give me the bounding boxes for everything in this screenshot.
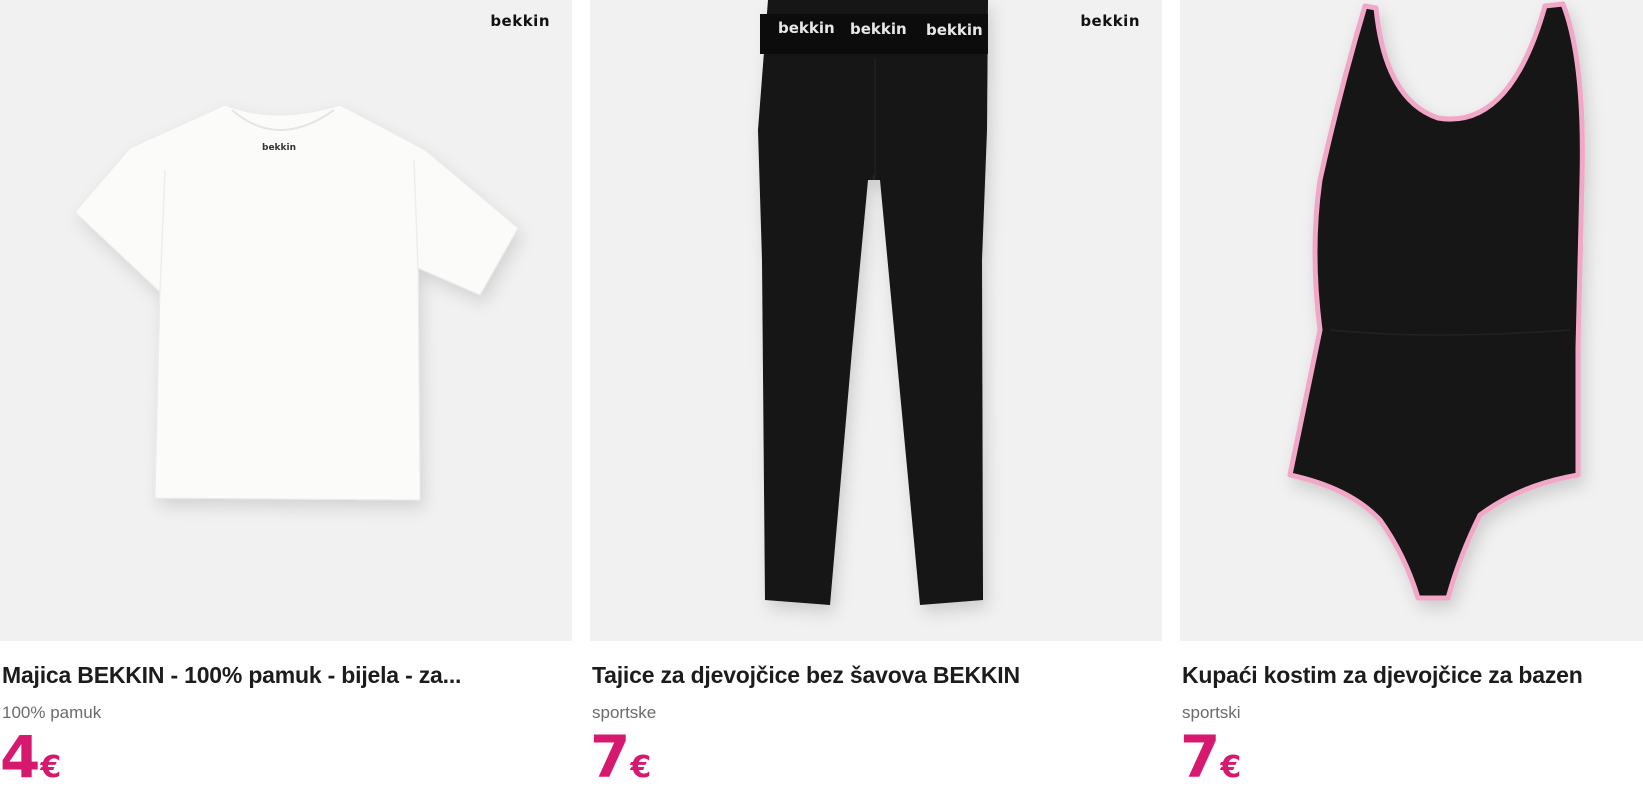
product-image[interactable]: bekkin bekkin bekkin bekkin (590, 0, 1162, 641)
product-image[interactable] (1180, 0, 1643, 641)
product-subtitle: sportski (1182, 703, 1241, 722)
waistband-label-2: bekkin (850, 20, 907, 38)
product-title[interactable]: Majica BEKKIN - 100% pamuk - bijela - za… (2, 662, 461, 689)
waistband-label-1: bekkin (778, 19, 835, 37)
product-card-tshirt[interactable]: bekkin bekkin Majica BEKKIN - 100% pamuk… (0, 0, 572, 800)
price-currency: € (1220, 750, 1242, 785)
price-amount: 4 (0, 723, 40, 791)
leggings-image (758, 0, 988, 605)
product-image[interactable]: bekkin bekkin (0, 0, 572, 641)
price-currency: € (40, 750, 62, 785)
price-currency: € (630, 750, 652, 785)
product-subtitle: 100% pamuk (2, 703, 102, 722)
product-price: 7€ (590, 728, 651, 786)
product-grid: bekkin bekkin Majica BEKKIN - 100% pamuk… (0, 0, 1643, 800)
price-amount: 7 (590, 723, 630, 791)
product-subtitle: sportske (592, 703, 657, 722)
bekkin-logo: bekkin (1080, 12, 1140, 30)
product-card-swimsuit[interactable]: Kupaći kostim za djevojčice za bazen spo… (1180, 0, 1643, 800)
product-card-leggings[interactable]: bekkin bekkin bekkin bekkin Tajice za dj… (590, 0, 1162, 800)
swimsuit-image (1287, 1, 1585, 601)
product-price: 4€ (0, 728, 61, 786)
waistband-label-3: bekkin (926, 21, 983, 39)
tshirt-image (74, 104, 519, 501)
price-amount: 7 (1180, 723, 1220, 791)
product-title[interactable]: Kupaći kostim za djevojčice za bazen (1182, 662, 1583, 689)
bekkin-logo: bekkin (490, 12, 550, 30)
product-price: 7€ (1180, 728, 1241, 786)
product-title[interactable]: Tajice za djevojčice bez šavova BEKKIN (592, 662, 1020, 689)
neck-label: bekkin (262, 143, 297, 153)
